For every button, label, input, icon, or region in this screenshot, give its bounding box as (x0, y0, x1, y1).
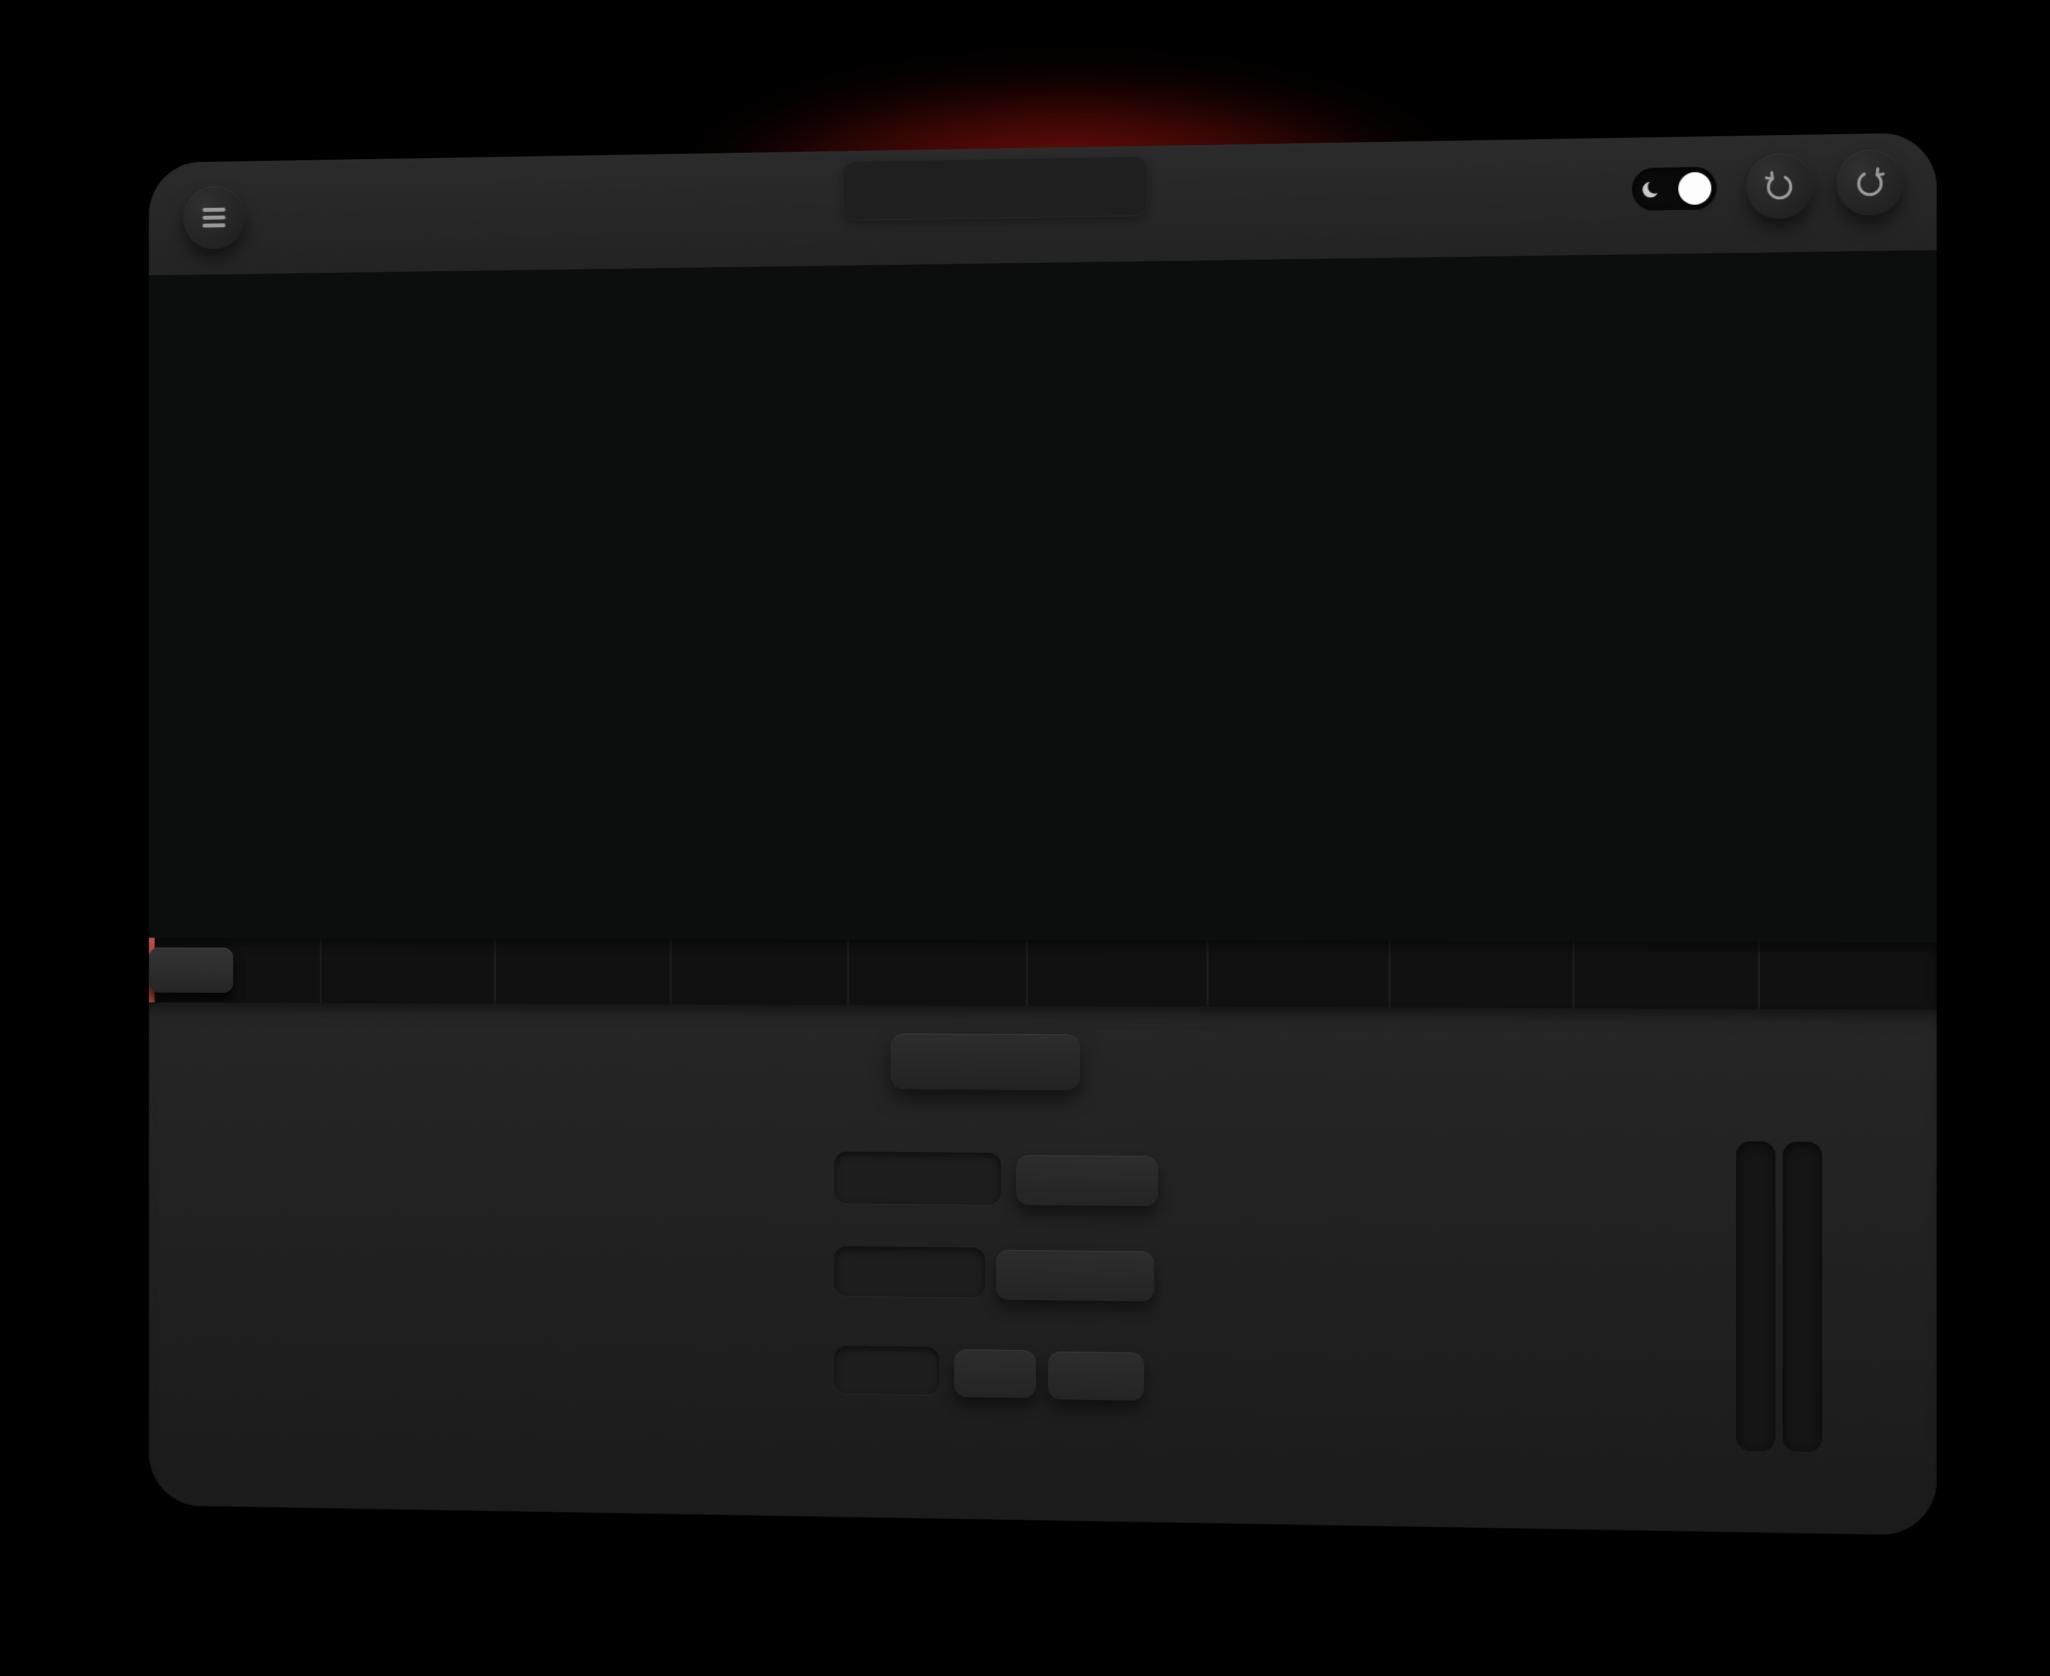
band-option-wide-band[interactable] (834, 1246, 985, 1297)
process-option-stereo[interactable] (834, 1346, 939, 1395)
input-meter (1736, 1141, 1775, 1451)
moon-icon (1640, 178, 1663, 201)
redo-icon (1851, 164, 1888, 201)
stage (0, 0, 2050, 1676)
gain-reduction-meter-label (1783, 1458, 1822, 1459)
waveform-svg (149, 250, 1937, 942)
redo-button[interactable] (1837, 149, 1904, 215)
lookahead-knob[interactable] (1503, 1165, 1647, 1308)
hamburger-menu-icon (202, 208, 225, 227)
undo-button[interactable] (1746, 153, 1812, 219)
menu-button[interactable] (183, 186, 244, 250)
frequency-scale (149, 938, 1937, 1010)
range-knob[interactable] (515, 1119, 750, 1359)
freq-high-handle[interactable] (149, 947, 233, 992)
waveform-display (149, 250, 1937, 942)
preset-selector[interactable] (842, 156, 1148, 221)
mode-option-allround[interactable] (1016, 1155, 1158, 1206)
range-label (515, 1388, 750, 1391)
theme-toggle[interactable] (1632, 167, 1717, 211)
lookahead-knob-dial[interactable] (1503, 1165, 1647, 1308)
lookahead-label (1503, 1354, 1647, 1356)
range-knob-dial[interactable] (515, 1119, 750, 1359)
input-meter-label (1736, 1457, 1775, 1458)
toggle-knob (1678, 172, 1711, 205)
threshold-label (245, 1376, 477, 1379)
process-option-side[interactable] (1048, 1351, 1144, 1400)
lookahead-value (1503, 1313, 1647, 1315)
plugin-window (149, 132, 1937, 1535)
control-panel (149, 1002, 1937, 1535)
mode-option-single-vocal[interactable] (834, 1152, 1001, 1205)
band-option-split-band[interactable] (996, 1250, 1154, 1302)
undo-icon (1761, 167, 1798, 204)
process-option-mid[interactable] (954, 1349, 1036, 1398)
threshold-knob[interactable] (245, 1110, 477, 1348)
audition-button[interactable] (891, 1033, 1080, 1090)
threshold-knob-dial[interactable] (245, 1110, 477, 1348)
gain-reduction-meter (1783, 1142, 1822, 1452)
